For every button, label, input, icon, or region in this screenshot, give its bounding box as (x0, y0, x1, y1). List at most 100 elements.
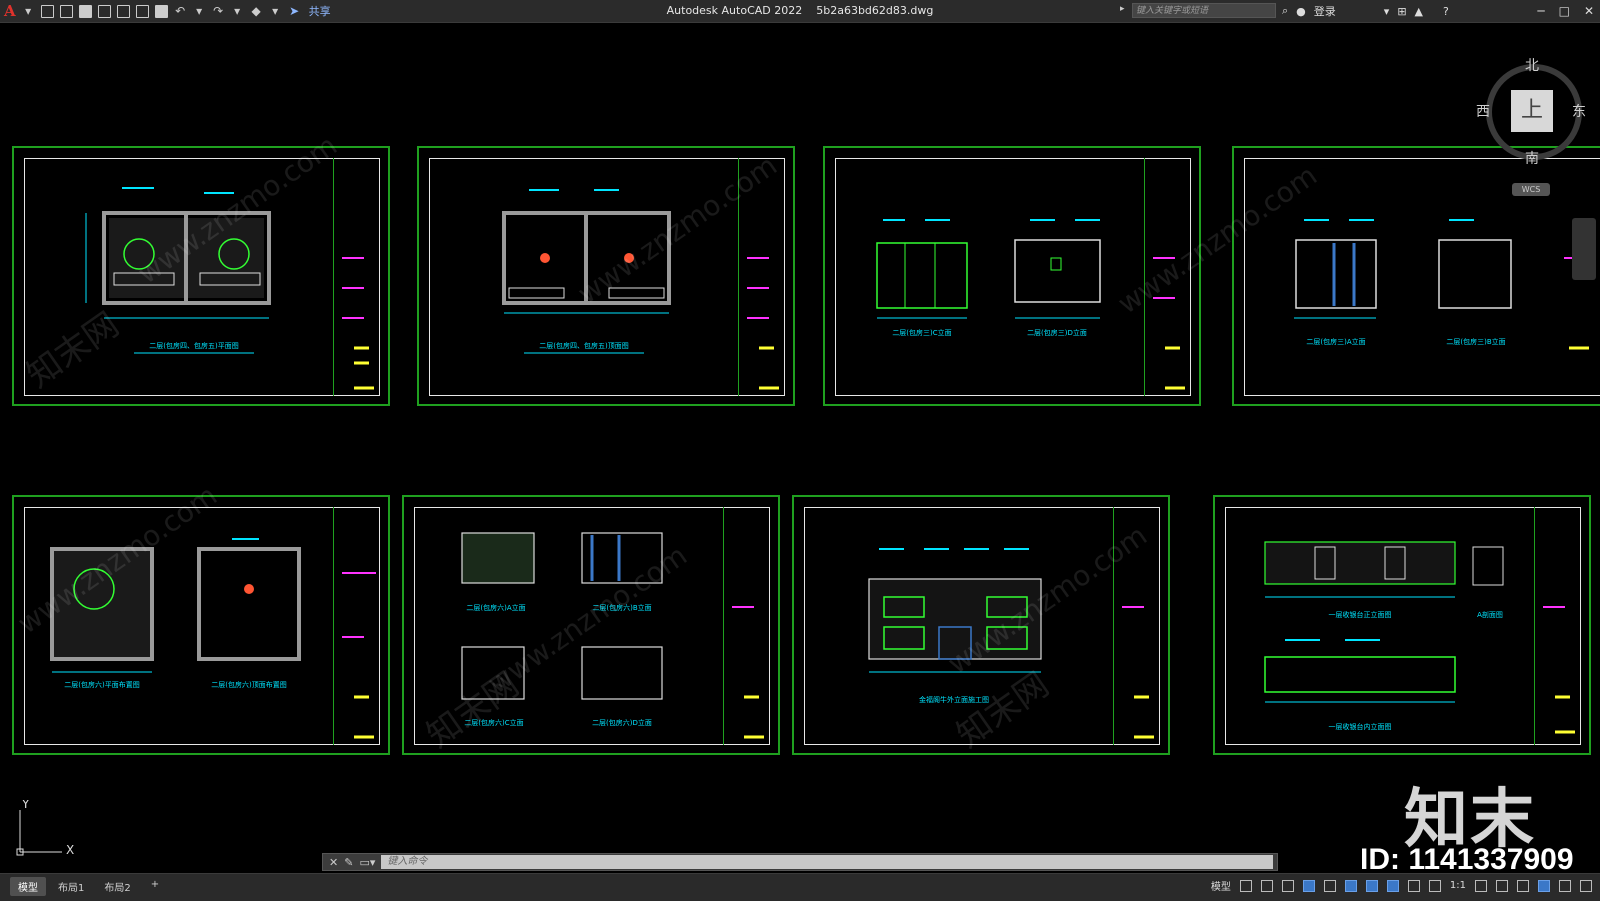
watermark-id: ID: 1141337909 (1360, 843, 1574, 876)
redo-dropdown-icon[interactable]: ▾ (231, 4, 244, 18)
command-close-icon[interactable]: ✕ (329, 856, 338, 869)
command-input[interactable]: 键入命令 (381, 855, 1273, 869)
auto-scale-icon[interactable] (1407, 879, 1420, 892)
tab-layout2[interactable]: 布局2 (96, 877, 138, 896)
grid-icon[interactable] (1239, 879, 1252, 892)
share-icon[interactable]: ➤ (288, 4, 301, 18)
save-icon[interactable] (78, 4, 92, 18)
sheet-2-caption: 二层(包房四、包房五)顶面图 (539, 341, 628, 350)
undo-dropdown-icon[interactable]: ▾ (193, 4, 206, 18)
workspace-gear-icon[interactable] (1475, 879, 1487, 892)
ucs-y-label: Y (21, 800, 30, 811)
annotation-scale-value[interactable]: 1:1 (1450, 880, 1466, 891)
command-line: ✕ ✎ ▭▾ 键入命令 (322, 853, 1278, 871)
sheet-6-drawing: 二层(包房六)A立面 二层(包房六)B立面 二层(包房六)C立面 二层(包房六)… (461, 532, 764, 739)
user-icon[interactable]: ● (1296, 5, 1306, 18)
maximize-icon[interactable]: □ (1559, 4, 1570, 18)
sheet-4-caption-2: 二层(包房三)B立面 (1446, 337, 1505, 346)
snap-icon[interactable] (1260, 879, 1273, 892)
search-expand-icon[interactable]: ▸ (1120, 4, 1125, 14)
isolate-objects-icon[interactable] (1538, 879, 1550, 892)
layout-tabs: 模型 布局1 布局2 + (10, 877, 167, 896)
account-area: ⌕ ● 登录 ▾ ⊞ ▲ ? (1282, 0, 1449, 22)
cart-icon[interactable]: ⊞ (1397, 5, 1406, 18)
app-menu-dropdown-icon[interactable]: ▾ (22, 4, 35, 18)
tab-model[interactable]: 模型 (10, 877, 46, 896)
command-line-buttons: ✕ ✎ ▭▾ (323, 856, 381, 869)
navigation-bar[interactable] (1572, 218, 1596, 280)
ucs-icon: Y X (16, 800, 74, 857)
customization-menu-icon[interactable] (1580, 879, 1592, 892)
file-name: 5b2a63bd62d83.dwg (816, 4, 934, 17)
viewcube-east[interactable]: 东 (1572, 101, 1586, 121)
clean-screen-icon[interactable] (1559, 879, 1571, 892)
window-controls: ─ □ ✕ (1537, 0, 1594, 22)
customize-dropdown-icon[interactable]: ▾ (269, 4, 282, 18)
match-properties-icon[interactable]: ◆ (250, 4, 263, 18)
drawing-sheet-2[interactable]: 二层(包房四、包房五)顶面图 (417, 146, 795, 406)
help-icon[interactable]: ? (1443, 5, 1449, 18)
sheet-3-caption-2: 二层(包房三)D立面 (1027, 328, 1087, 337)
save-as-icon[interactable] (97, 4, 111, 18)
login-dropdown-icon[interactable]: ▾ (1384, 5, 1390, 18)
drawing-sheet-6[interactable]: 二层(包房六)A立面 二层(包房六)B立面 二层(包房六)C立面 二层(包房六)… (402, 495, 780, 755)
undo-icon[interactable]: ↶ (174, 4, 187, 18)
save-to-web-icon[interactable] (135, 4, 149, 18)
sheet-8-drawing: 一层收银台正立面图 A剖面图 一层收银台内立面图 (1264, 541, 1575, 734)
share-button[interactable]: 共享 (309, 3, 331, 19)
open-file-icon[interactable] (59, 4, 73, 18)
sheet-7-drawing: 金福阁牛外立面施工图 (868, 548, 1154, 739)
title-bar: A ▾ ↶ ▾ ↷ ▾ ◆ ▾ ➤ 共享 Autodesk AutoCAD 20… (0, 0, 1600, 23)
drawing-canvas[interactable]: 二层(包房四、包房五)平面图 二层(包房四、包房五)顶面图 二层(包房三)C立面… (0, 23, 1600, 871)
autodesk-app-icon[interactable]: ▲ (1415, 5, 1423, 18)
sheet-4-caption: 二层(包房三)A立面 (1306, 337, 1365, 346)
model-space-button[interactable]: 模型 (1211, 878, 1231, 893)
viewcube-top-face[interactable]: 上 (1511, 90, 1553, 132)
app-title: Autodesk AutoCAD 2022 (666, 4, 803, 17)
drawing-sheet-1[interactable]: 二层(包房四、包房五)平面图 (12, 146, 390, 406)
open-web-icon[interactable] (116, 4, 130, 18)
command-recent-icon[interactable]: ▭▾ (359, 856, 375, 869)
wcs-menu-button[interactable]: WCS (1512, 183, 1550, 196)
viewcube-west[interactable]: 西 (1476, 101, 1490, 121)
drawing-sheet-5[interactable]: 二层(包房六)平面布置图 二层(包房六)顶面布置图 (12, 495, 390, 755)
sheet-1-caption: 二层(包房四、包房五)平面图 (149, 341, 238, 350)
command-customize-icon[interactable]: ✎ (344, 856, 353, 869)
annotation-scale-icon[interactable] (1428, 879, 1441, 892)
search-icon[interactable]: ⌕ (1282, 4, 1288, 18)
viewcube-north[interactable]: 北 (1525, 55, 1539, 75)
units-icon[interactable] (1517, 879, 1529, 892)
isometric-icon[interactable] (1323, 879, 1336, 892)
sheet-6-caption: 二层(包房六)A立面 (466, 603, 525, 612)
sheet-5-caption: 二层(包房六)平面布置图 (64, 680, 139, 689)
plot-icon[interactable] (154, 4, 168, 18)
object-snap-icon[interactable] (1365, 879, 1378, 892)
polar-tracking-icon[interactable] (1302, 879, 1315, 892)
ucs-x-label: X (66, 843, 74, 857)
quick-access-toolbar: A ▾ ↶ ▾ ↷ ▾ ◆ ▾ ➤ 共享 (4, 0, 331, 22)
sheet-7-caption: 金福阁牛外立面施工图 (919, 695, 989, 704)
sheet-6-caption-4: 二层(包房六)D立面 (592, 718, 652, 727)
sheet-2-drawing: 二层(包房四、包房五)顶面图 (502, 189, 779, 390)
sheet-8-caption-3: 一层收银台内立面图 (1329, 722, 1392, 731)
login-button[interactable]: 登录 (1314, 3, 1336, 19)
add-layout-button[interactable]: + (143, 877, 167, 896)
drawing-sheet-7[interactable]: 金福阁牛外立面施工图 (792, 495, 1170, 755)
viewcube[interactable]: 上 北 南 东 西 (1474, 50, 1594, 170)
sheet-5-drawing: 二层(包房六)平面布置图 二层(包房六)顶面布置图 (50, 538, 376, 739)
redo-icon[interactable]: ↷ (212, 4, 225, 18)
drawing-sheet-3[interactable]: 二层(包房三)C立面 二层(包房三)D立面 (823, 146, 1201, 406)
tab-layout1[interactable]: 布局1 (50, 877, 92, 896)
sheet-6-caption-3: 二层(包房六)C立面 (464, 718, 523, 727)
search-input[interactable]: 键入关键字或短语 (1132, 3, 1276, 18)
ortho-icon[interactable] (1281, 879, 1294, 892)
viewcube-south[interactable]: 南 (1525, 148, 1539, 168)
close-icon[interactable]: ✕ (1584, 4, 1594, 18)
object-snap-tracking-icon[interactable] (1344, 879, 1357, 892)
application-menu-button[interactable]: A (4, 2, 16, 20)
minimize-icon[interactable]: ─ (1537, 4, 1544, 18)
drawing-sheet-8[interactable]: 一层收银台正立面图 A剖面图 一层收银台内立面图 (1213, 495, 1591, 755)
annotation-monitor-icon[interactable] (1496, 879, 1508, 892)
annotation-visibility-icon[interactable] (1386, 879, 1399, 892)
new-file-icon[interactable] (40, 4, 54, 18)
